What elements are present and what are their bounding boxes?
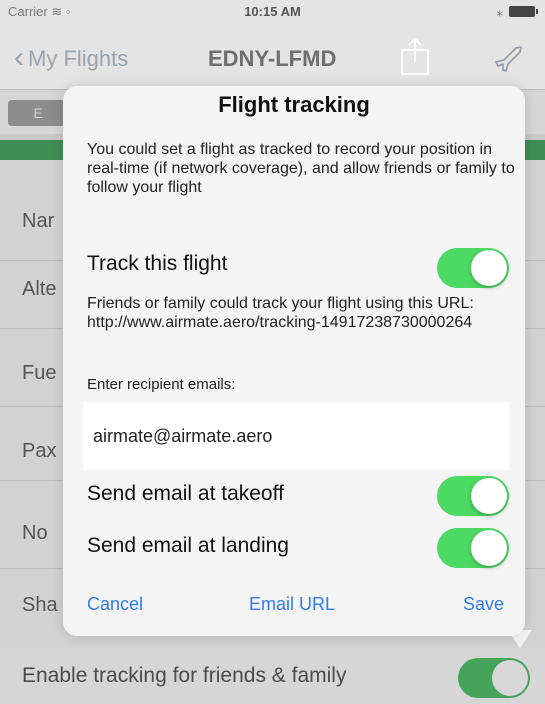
landing-email-toggle[interactable] — [437, 528, 509, 568]
navigation-bar: ‹ My Flights EDNY-LFMD — [0, 24, 545, 90]
row-fuel-label: Fue — [22, 362, 57, 384]
dialog-description: You could set a flight as tracked to rec… — [87, 141, 515, 196]
landing-email-label: Send email at landing — [87, 534, 289, 557]
tracking-label: Enable tracking for friends & family — [22, 664, 347, 687]
plane-icon[interactable] — [494, 44, 526, 72]
takeoff-email-toggle[interactable] — [437, 476, 509, 516]
cancel-button[interactable]: Cancel — [87, 594, 143, 615]
row-pax-label: Pax — [22, 440, 57, 462]
status-bar: Carrier ≋ ◦ 10:15 AM ⁎ — [0, 0, 545, 24]
row-alternate-label: Alte — [22, 278, 57, 300]
flight-tracking-popover: Flight tracking You could set a flight a… — [63, 86, 525, 636]
clock: 10:15 AM — [244, 4, 301, 19]
takeoff-email-label: Send email at takeoff — [87, 482, 284, 505]
row-share-label: Sha — [22, 594, 58, 616]
row-notes-label: No — [22, 522, 48, 544]
recipient-emails-label: Enter recipient emails: — [87, 376, 236, 393]
email-url-button[interactable]: Email URL — [249, 594, 335, 615]
segment-first[interactable]: E — [8, 100, 68, 126]
save-button[interactable]: Save — [463, 594, 504, 615]
recipient-email-input[interactable] — [83, 402, 509, 470]
row-name-label: Nar — [22, 210, 55, 232]
back-button[interactable]: ‹ My Flights — [14, 40, 129, 74]
dialog-title: Flight tracking — [218, 92, 370, 117]
tracking-url-text: Friends or family could track your fligh… — [87, 295, 474, 331]
battery-icon — [509, 6, 538, 17]
chevron-left-icon: ‹ — [14, 40, 24, 74]
tracking-row: Enable tracking for friends & family — [0, 648, 545, 704]
page-title: EDNY-LFMD — [208, 46, 337, 71]
track-flight-label: Track this flight — [87, 252, 228, 275]
share-icon[interactable] — [398, 36, 432, 76]
track-flight-toggle[interactable] — [437, 248, 509, 288]
bluetooth-icon: ⁎ — [496, 4, 504, 19]
tracking-toggle[interactable] — [458, 658, 530, 698]
back-label: My Flights — [28, 46, 129, 71]
